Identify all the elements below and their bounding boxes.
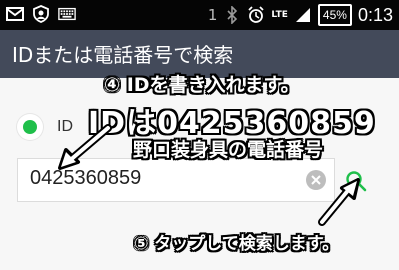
- radio-button[interactable]: [17, 114, 43, 140]
- mail-icon: [6, 5, 24, 23]
- status-bar-left-icons: [6, 5, 76, 23]
- arrow-to-input-icon: [58, 124, 112, 170]
- sim-indicator: 1: [207, 6, 218, 24]
- shield-icon: [32, 5, 50, 23]
- bluetooth-icon: [223, 6, 241, 24]
- signal-icon: [294, 6, 312, 24]
- network-type: LTE: [271, 9, 288, 20]
- arrow-to-search-icon: [318, 178, 360, 226]
- keyboard-icon: [58, 5, 76, 23]
- page-title: IDまたは電話番号で検索: [12, 43, 234, 67]
- status-bar: 1 LTE 45% 0:13: [0, 0, 399, 30]
- alarm-icon: [247, 6, 265, 24]
- annotation-owner: 野口装身具の電話番号: [133, 139, 324, 161]
- battery-indicator: 45%: [317, 4, 352, 26]
- status-time: 0:13: [357, 4, 393, 25]
- annotation-step4: ④ IDを書き入れます。: [104, 74, 300, 96]
- annotation-step5: ⑤ タップして検索します。: [134, 234, 340, 254]
- status-bar-right-icons: 1 LTE 45% 0:13: [208, 4, 393, 26]
- radio-selected-dot: [23, 120, 37, 134]
